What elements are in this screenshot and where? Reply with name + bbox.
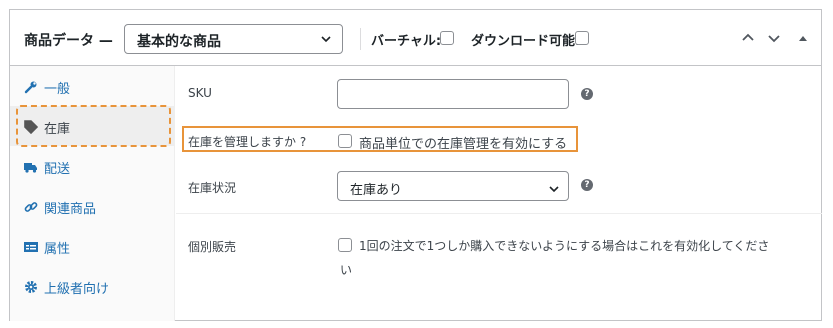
manage-stock-label: 在庫を管理しますか ? bbox=[188, 135, 307, 149]
panel-title: 商品データ — bbox=[24, 33, 113, 49]
tab-linked-products[interactable]: 関連商品 bbox=[10, 186, 174, 226]
wrench-icon bbox=[24, 79, 38, 94]
list-icon bbox=[24, 239, 38, 253]
sku-input[interactable] bbox=[337, 79, 569, 109]
tab-linked-products-label: 関連商品 bbox=[44, 202, 97, 217]
downloadable-checkbox[interactable] bbox=[575, 31, 589, 45]
inventory-tab-highlight bbox=[16, 105, 171, 147]
chevron-down-icon bbox=[320, 30, 332, 43]
help-icon[interactable]: ? bbox=[581, 179, 593, 191]
product-data-panel: 商品データ — 基本的な商品 バーチャル: ダウンロード可能: 一般 在庫 配送… bbox=[9, 9, 822, 321]
tab-advanced-label: 上級者向け bbox=[44, 282, 110, 297]
header-separator bbox=[360, 28, 361, 50]
stock-status-label: 在庫状況 bbox=[188, 181, 237, 195]
chevron-down-icon[interactable] bbox=[767, 30, 781, 44]
stock-status-value: 在庫あり bbox=[350, 183, 403, 198]
downloadable-label: ダウンロード可能: bbox=[471, 34, 581, 49]
tab-general[interactable]: 一般 bbox=[10, 66, 174, 106]
product-type-select[interactable]: 基本的な商品 bbox=[124, 24, 343, 54]
gear-icon bbox=[24, 279, 38, 293]
manage-stock-description: 商品単位での在庫管理を有効にする bbox=[359, 137, 568, 152]
stock-status-select[interactable]: 在庫あり bbox=[337, 171, 569, 201]
link-icon bbox=[24, 199, 38, 213]
manage-stock-checkbox[interactable] bbox=[338, 134, 352, 148]
chevron-up-icon[interactable] bbox=[741, 30, 755, 44]
chevron-down-icon bbox=[548, 180, 560, 193]
tab-shipping-label: 配送 bbox=[44, 162, 71, 177]
tab-attributes-label: 属性 bbox=[44, 242, 71, 257]
sku-label: SKU bbox=[188, 86, 212, 100]
tab-attributes[interactable]: 属性 bbox=[10, 226, 174, 266]
sold-individually-checkbox[interactable] bbox=[338, 238, 352, 252]
product-type-value: 基本的な商品 bbox=[137, 34, 221, 50]
tab-advanced[interactable]: 上級者向け bbox=[10, 266, 174, 306]
help-icon[interactable]: ? bbox=[581, 88, 593, 100]
tab-shipping[interactable]: 配送 bbox=[10, 146, 174, 186]
tab-general-label: 一般 bbox=[44, 82, 71, 97]
virtual-label: バーチャル: bbox=[371, 34, 442, 49]
virtual-checkbox[interactable] bbox=[440, 31, 454, 45]
toggle-panel-icon[interactable] bbox=[796, 30, 810, 44]
product-data-header: 商品データ — 基本的な商品 バーチャル: ダウンロード可能: bbox=[10, 10, 821, 66]
section-divider bbox=[176, 213, 822, 214]
sold-individually-description: 1回の注文で1つしか購入できないようにする場合はこれを有効化してくださ bbox=[359, 239, 770, 253]
truck-icon bbox=[24, 159, 38, 173]
sold-individually-label: 個別販売 bbox=[188, 240, 237, 254]
sold-individually-description-cont: い bbox=[340, 263, 353, 277]
